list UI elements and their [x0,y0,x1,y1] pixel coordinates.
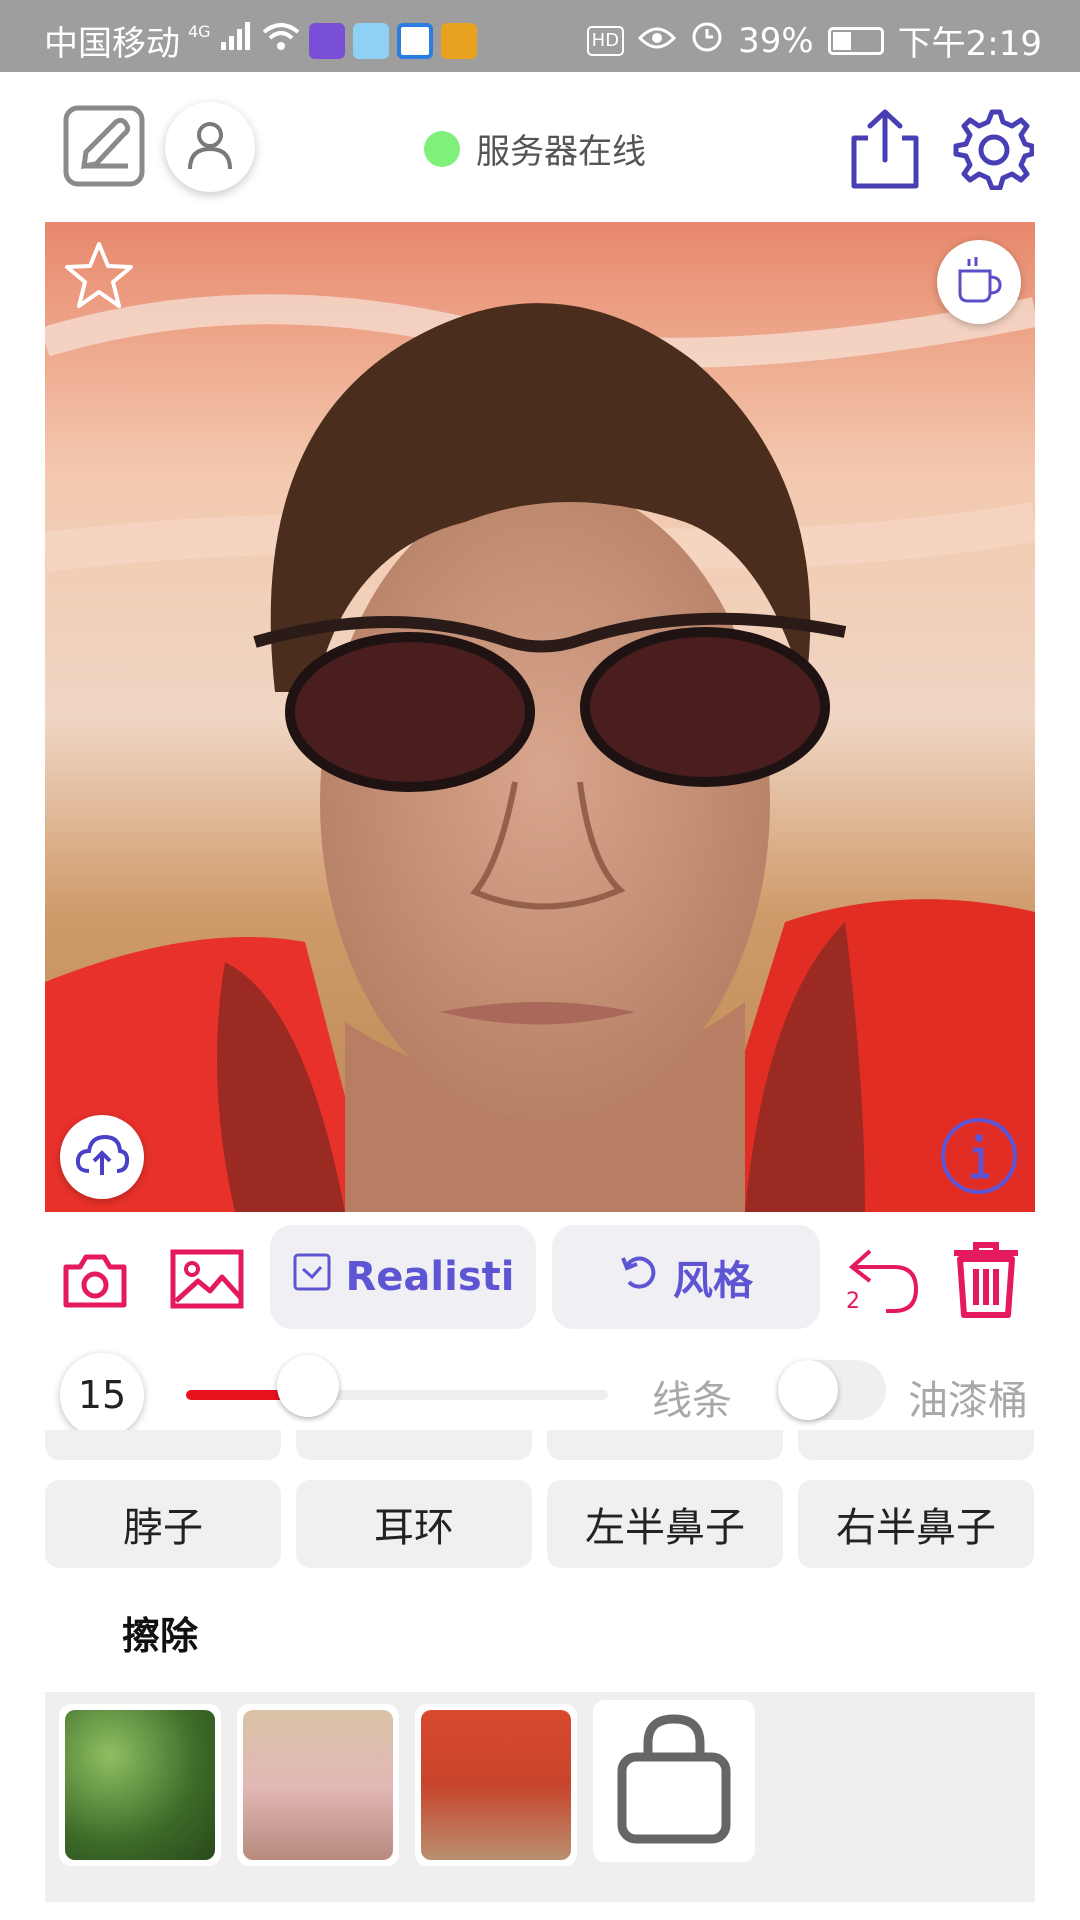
coffee-cup-icon [954,255,1004,309]
texture-panel [45,1692,1035,1902]
portrait-photo [45,222,1035,1212]
part-button-right-nose[interactable]: 右半鼻子 [798,1480,1034,1568]
style-label: 风格 [673,1258,753,1304]
shop-bag-button[interactable] [593,1700,755,1862]
part-button-hidden[interactable] [296,1430,532,1460]
gallery-icon[interactable] [170,1249,244,1313]
rabbit-app-icon [352,22,389,59]
settings-icon[interactable] [950,106,1035,194]
part-button-hidden[interactable] [547,1430,783,1460]
tieba-app-icon [308,22,345,59]
style-button[interactable]: 风格 [552,1225,820,1329]
trash-icon[interactable] [950,1239,1022,1323]
texture-swatch [243,1710,393,1860]
photo-canvas[interactable] [45,222,1035,1212]
camera-icon[interactable] [62,1253,128,1313]
wifi-icon [261,20,301,61]
star-icon[interactable] [63,240,135,316]
part-button-earring[interactable]: 耳环 [296,1480,532,1568]
bucket-label: 油漆桶 [908,1378,1028,1424]
share-icon[interactable] [848,108,922,194]
eye-icon [637,21,677,61]
red-flower-texture[interactable] [415,1704,577,1866]
brush-controls: 15 线条 油漆桶 [0,1340,1080,1440]
clock: 下午2:19 [897,24,1042,64]
rotate-icon [619,1252,659,1302]
hd-icon: HD [586,25,625,56]
texture-swatch [65,1710,215,1860]
battery-icon [827,26,884,55]
coffee-button[interactable] [937,240,1021,324]
part-button-left-nose[interactable]: 左半鼻子 [547,1480,783,1568]
texture-swatch [421,1710,571,1860]
user-icon [186,119,234,175]
model-label: Realisti [345,1254,515,1300]
status-dot [424,130,460,167]
server-status-text: 服务器在线 [476,132,646,172]
battery-percent: 39% [738,20,814,61]
browser-app-icon [396,22,433,59]
shop-bag-icon [614,1713,734,1849]
green-foliage-texture[interactable] [59,1704,221,1866]
toggle-knob [778,1360,838,1420]
line-label: 线条 [652,1378,732,1424]
edit-icon[interactable] [62,104,146,192]
top-bar: 服务器在线 [0,72,1080,222]
slider-thumb[interactable] [277,1355,339,1417]
server-status: 服务器在线 [424,124,646,173]
pink-blossom-texture[interactable] [237,1704,399,1866]
undo-count: 2 [846,1289,860,1314]
signal-icon [219,20,253,61]
alarm-icon [690,19,724,62]
erase-heading[interactable]: 擦除 [122,1605,198,1660]
cloud-upload-icon [75,1133,130,1181]
upload-button[interactable] [60,1115,144,1199]
brush-size-slider[interactable] [186,1390,608,1400]
model-select-button[interactable]: Realisti [270,1225,536,1329]
user-button[interactable] [165,102,255,192]
part-button-hidden[interactable] [45,1430,281,1460]
game-app-icon [440,22,477,59]
undo-button[interactable]: 2 [842,1241,922,1321]
info-icon[interactable] [939,1116,1019,1200]
status-bar: 中国移动 4G HD 39% 下午2:19 [0,0,1080,72]
carrier-name: 中国移动 [44,24,180,64]
part-button-neck[interactable]: 脖子 [45,1480,281,1568]
toolbar: Realisti 风格 2 [0,1225,1080,1331]
part-button-hidden[interactable] [798,1430,1034,1460]
checkbox-icon [292,1252,332,1302]
brush-size-value: 15 [60,1353,144,1437]
bucket-toggle[interactable] [778,1360,886,1420]
network-type: 4G [188,22,211,41]
scrolled-part-row [45,1430,1035,1462]
